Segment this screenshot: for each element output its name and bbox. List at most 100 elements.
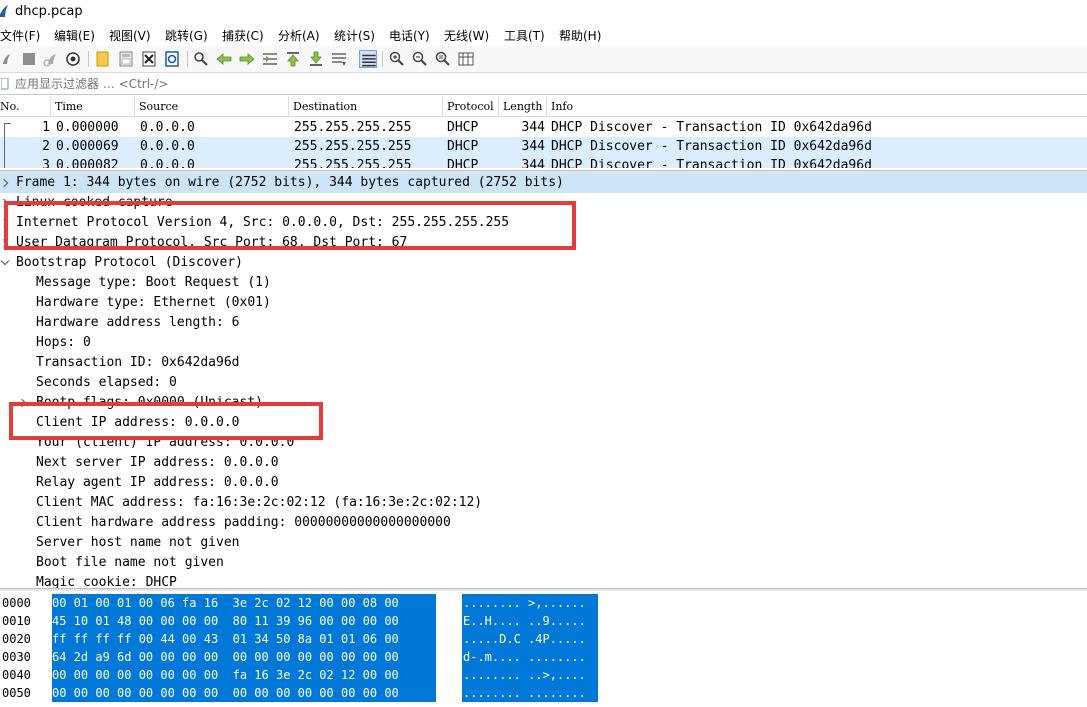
bytes-row[interactable]: 0040 00 00 00 00 00 00 00 00 fa 16 3e 2c… bbox=[0, 666, 1087, 684]
menu-file[interactable]: 文件(F) bbox=[0, 27, 40, 44]
close-file-icon[interactable] bbox=[140, 50, 158, 68]
tree-field-hops[interactable]: Hops: 0 bbox=[0, 333, 1087, 353]
column-header-time[interactable]: Time bbox=[51, 96, 135, 117]
column-header-protocol[interactable]: Protocol bbox=[443, 96, 499, 117]
title-bar: dhcp.pcap bbox=[0, 0, 1087, 24]
expand-arrow-icon[interactable] bbox=[0, 178, 9, 188]
packet-source: 0.0.0.0 bbox=[140, 139, 195, 154]
find-packet-icon[interactable] bbox=[192, 50, 210, 68]
tree-field-client-mac[interactable]: Client MAC address: fa:16:3e:2c:02:12 (f… bbox=[0, 493, 1087, 513]
resize-columns-icon[interactable] bbox=[457, 50, 475, 68]
menu-help[interactable]: 帮助(H) bbox=[559, 27, 601, 44]
menu-capture[interactable]: 捕获(C) bbox=[222, 27, 264, 44]
byte-hex: 64 2d a9 6d 00 00 00 00 00 00 00 00 00 0… bbox=[52, 650, 399, 664]
packet-length: 344 bbox=[521, 158, 545, 168]
tree-field-hardware-type[interactable]: Hardware type: Ethernet (0x01) bbox=[0, 293, 1087, 313]
save-file-icon[interactable] bbox=[117, 50, 135, 68]
display-filter-input[interactable] bbox=[12, 74, 1087, 94]
tree-field-label: Message type: Boot Request (1) bbox=[36, 275, 271, 290]
tree-item-bootp[interactable]: Bootstrap Protocol (Discover) bbox=[0, 253, 1087, 273]
column-header-length[interactable]: Length bbox=[499, 96, 547, 117]
packet-bytes-pane: 0000 00 01 00 01 00 06 fa 16 3e 2c 02 12… bbox=[0, 591, 1087, 707]
tree-field-label: Hardware address length: 6 bbox=[36, 315, 240, 330]
window-title: dhcp.pcap bbox=[15, 4, 83, 19]
byte-offset: 0000 bbox=[2, 596, 31, 610]
tree-field-next-server-ip[interactable]: Next server IP address: 0.0.0.0 bbox=[0, 453, 1087, 473]
menu-wireless[interactable]: 无线(W) bbox=[444, 27, 489, 44]
zoom-out-icon[interactable] bbox=[411, 50, 429, 68]
byte-offset: 0030 bbox=[2, 650, 31, 664]
colorize-icon[interactable] bbox=[359, 50, 377, 68]
byte-hex: 45 10 01 48 00 00 00 00 80 11 39 96 00 0… bbox=[52, 614, 399, 628]
tree-field-label: Boot file name not given bbox=[36, 555, 224, 570]
tree-field-label: Hops: 0 bbox=[36, 335, 91, 350]
zoom-in-icon[interactable] bbox=[388, 50, 406, 68]
menu-statistics[interactable]: 统计(S) bbox=[334, 27, 375, 44]
packet-length: 344 bbox=[521, 139, 545, 154]
packet-length: 344 bbox=[521, 120, 545, 135]
open-file-icon[interactable] bbox=[94, 50, 112, 68]
tree-field-hw-address-length[interactable]: Hardware address length: 6 bbox=[0, 313, 1087, 333]
tree-field-label: Client hardware address padding: 0000000… bbox=[36, 515, 451, 530]
packet-row[interactable]: 2 0.000069 0.0.0.0 255.255.255.255 DHCP … bbox=[0, 137, 1087, 156]
menu-telephony[interactable]: 电话(Y) bbox=[389, 27, 430, 44]
toolbar-separator bbox=[88, 51, 89, 67]
byte-ascii: ........ ........ bbox=[463, 686, 586, 700]
column-header-info[interactable]: Info bbox=[547, 96, 1087, 117]
restart-capture-icon[interactable] bbox=[42, 50, 60, 68]
normal-size-icon[interactable] bbox=[434, 50, 452, 68]
menu-analyze[interactable]: 分析(A) bbox=[278, 27, 320, 44]
wireshark-fin-icon bbox=[0, 4, 9, 21]
start-capture-icon[interactable] bbox=[0, 50, 12, 68]
tree-field-server-host-name[interactable]: Server host name not given bbox=[0, 533, 1087, 553]
bytes-row[interactable]: 0050 00 00 00 00 00 00 00 00 00 00 00 00… bbox=[0, 684, 1087, 702]
last-packet-icon[interactable] bbox=[307, 50, 325, 68]
tree-field-transaction-id[interactable]: Transaction ID: 0x642da96d bbox=[0, 353, 1087, 373]
reload-file-icon[interactable] bbox=[163, 50, 181, 68]
tree-field-label: Server host name not given bbox=[36, 535, 240, 550]
byte-ascii: ........ >,...... bbox=[463, 596, 586, 610]
column-header-source[interactable]: Source bbox=[135, 96, 289, 117]
column-header-destination[interactable]: Destination bbox=[289, 96, 443, 117]
packet-list: 1 0.000000 0.0.0.0 255.255.255.255 DHCP … bbox=[0, 118, 1087, 168]
bytes-row[interactable]: 0000 00 01 00 01 00 06 fa 16 3e 2c 02 12… bbox=[0, 594, 1087, 612]
bytes-row[interactable]: 0030 64 2d a9 6d 00 00 00 00 00 00 00 00… bbox=[0, 648, 1087, 666]
filter-bookmark-icon[interactable] bbox=[0, 77, 9, 93]
menu-edit[interactable]: 编辑(E) bbox=[54, 27, 95, 44]
tree-item-label: Frame 1: 344 bytes on wire (2752 bits), … bbox=[16, 175, 564, 190]
tree-item-frame[interactable]: Frame 1: 344 bytes on wire (2752 bits), … bbox=[0, 173, 1087, 193]
menu-go[interactable]: 跳转(G) bbox=[165, 27, 208, 44]
capture-options-icon[interactable] bbox=[64, 50, 82, 68]
annotation-highlight-box bbox=[4, 201, 576, 250]
auto-scroll-icon[interactable] bbox=[330, 50, 348, 68]
go-forward-icon[interactable] bbox=[238, 50, 256, 68]
tree-field-relay-agent-ip[interactable]: Relay agent IP address: 0.0.0.0 bbox=[0, 473, 1087, 493]
packet-destination: 255.255.255.255 bbox=[294, 120, 412, 135]
tree-field-hw-address-padding[interactable]: Client hardware address padding: 0000000… bbox=[0, 513, 1087, 533]
byte-hex: ff ff ff ff 00 44 00 43 01 34 50 8a 01 0… bbox=[52, 632, 399, 646]
go-back-icon[interactable] bbox=[215, 50, 233, 68]
byte-ascii: E..H.... ..9..... bbox=[463, 614, 586, 628]
byte-offset: 0020 bbox=[2, 632, 31, 646]
bytes-row[interactable]: 0010 45 10 01 48 00 00 00 00 80 11 39 96… bbox=[0, 612, 1087, 630]
byte-hex: 00 00 00 00 00 00 00 00 00 00 00 00 00 0… bbox=[52, 686, 399, 700]
main-toolbar bbox=[0, 46, 1087, 73]
tree-field-seconds-elapsed[interactable]: Seconds elapsed: 0 bbox=[0, 373, 1087, 393]
first-packet-icon[interactable] bbox=[284, 50, 302, 68]
stop-capture-icon[interactable] bbox=[20, 50, 38, 68]
collapse-arrow-icon[interactable] bbox=[0, 256, 10, 266]
bytes-row[interactable]: 0020 ff ff ff ff 00 44 00 43 01 34 50 8a… bbox=[0, 630, 1087, 648]
menu-view[interactable]: 视图(V) bbox=[109, 27, 151, 44]
packet-row[interactable]: 3 0.000082 0.0.0.0 255.255.255.255 DHCP … bbox=[0, 156, 1087, 168]
byte-hex: 00 01 00 01 00 06 fa 16 3e 2c 02 12 00 0… bbox=[52, 596, 399, 610]
column-header-no[interactable]: No. bbox=[0, 96, 51, 117]
tree-field-message-type[interactable]: Message type: Boot Request (1) bbox=[0, 273, 1087, 293]
menu-tools[interactable]: 工具(T) bbox=[504, 27, 545, 44]
tree-field-boot-file-name[interactable]: Boot file name not given bbox=[0, 553, 1087, 573]
packet-destination: 255.255.255.255 bbox=[294, 139, 412, 154]
packet-time: 0.000000 bbox=[56, 120, 119, 135]
annotation-highlight-box bbox=[9, 402, 323, 440]
go-to-packet-icon[interactable] bbox=[261, 50, 279, 68]
packet-row[interactable]: 1 0.000000 0.0.0.0 255.255.255.255 DHCP … bbox=[0, 118, 1087, 137]
tree-field-magic-cookie[interactable]: Magic cookie: DHCP bbox=[0, 573, 1087, 588]
